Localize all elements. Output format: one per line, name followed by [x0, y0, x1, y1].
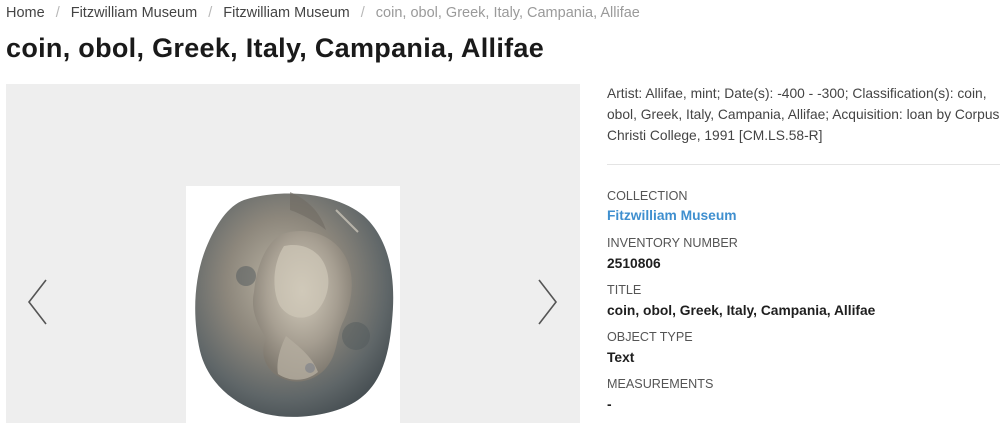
coin-image[interactable]	[186, 186, 400, 423]
measurements-value: -	[607, 397, 612, 412]
title-field: TITLE coin, obol, Greek, Italy, Campania…	[607, 282, 1000, 320]
page-title: coin, obol, Greek, Italy, Campania, Alli…	[6, 33, 545, 63]
title-label: TITLE	[607, 283, 642, 297]
next-image-button[interactable]	[535, 278, 559, 326]
breadcrumb-collection-link[interactable]: Fitzwilliam Museum	[223, 5, 350, 21]
coin-image-graphic	[195, 192, 394, 417]
object-type-label: OBJECT TYPE	[607, 330, 693, 344]
chevron-left-icon	[27, 279, 47, 325]
breadcrumb-separator: /	[208, 5, 213, 21]
breadcrumb-separator: /	[55, 5, 60, 21]
title-value: coin, obol, Greek, Italy, Campania, Alli…	[607, 303, 876, 318]
chevron-right-icon	[538, 279, 558, 325]
collection-field: COLLECTION Fitzwilliam Museum	[607, 188, 1000, 225]
inventory-number-value: 2510806	[607, 256, 661, 271]
image-viewer	[6, 84, 580, 423]
breadcrumb-separator: /	[360, 5, 365, 21]
collection-label: COLLECTION	[607, 189, 688, 203]
collection-link[interactable]: Fitzwilliam Museum	[607, 207, 1000, 225]
breadcrumb-home-link[interactable]: Home	[6, 5, 45, 21]
inventory-number-field: INVENTORY NUMBER 2510806	[607, 235, 1000, 273]
section-divider	[607, 164, 1000, 165]
measurements-label: MEASUREMENTS	[607, 377, 714, 391]
breadcrumb: Home / Fitzwilliam Museum / Fitzwilliam …	[6, 3, 640, 23]
object-description: Artist: Allifae, mint; Date(s): -400 - -…	[607, 86, 1000, 143]
breadcrumb-current: coin, obol, Greek, Italy, Campania, Alli…	[375, 5, 640, 21]
measurements-field: MEASUREMENTS -	[607, 376, 1000, 414]
inventory-number-label: INVENTORY NUMBER	[607, 236, 738, 250]
previous-image-button[interactable]	[26, 278, 50, 326]
breadcrumb-museum-link[interactable]: Fitzwilliam Museum	[71, 5, 198, 21]
object-type-field: OBJECT TYPE Text	[607, 329, 1000, 367]
object-type-value: Text	[607, 350, 635, 365]
